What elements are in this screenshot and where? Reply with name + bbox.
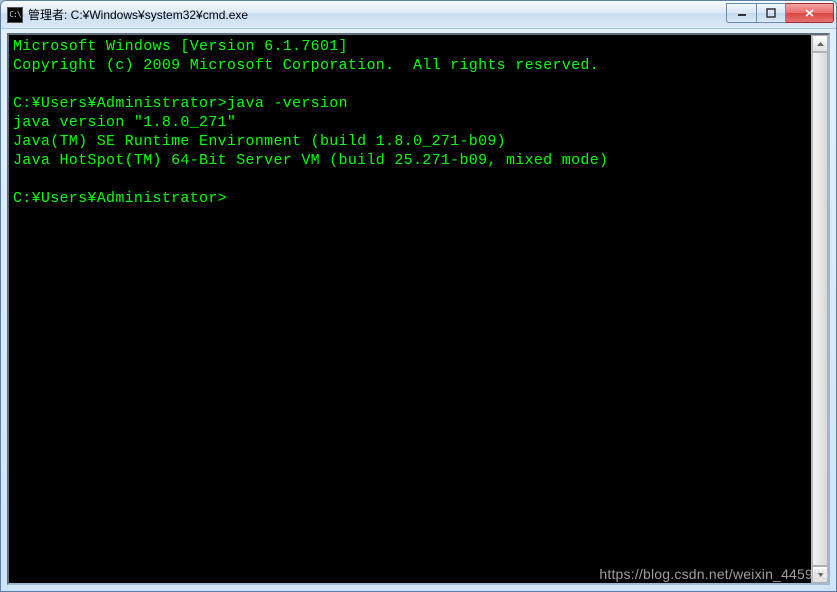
console-line: C:¥Users¥Administrator>	[13, 190, 227, 207]
close-icon	[804, 8, 815, 18]
console-line: Copyright (c) 2009 Microsoft Corporation…	[13, 57, 599, 74]
chevron-up-icon	[817, 42, 824, 46]
console-output[interactable]: Microsoft Windows [Version 6.1.7601] Cop…	[9, 35, 811, 583]
close-button[interactable]	[786, 3, 834, 23]
titlebar[interactable]: C:\ 管理者: C:¥Windows¥system32¥cmd.exe	[1, 1, 836, 29]
console-line: C:¥Users¥Administrator>java -version	[13, 95, 348, 112]
chevron-down-icon	[817, 573, 824, 577]
scroll-up-button[interactable]	[812, 35, 828, 52]
minimize-icon	[737, 8, 747, 18]
scroll-down-button[interactable]	[812, 566, 828, 583]
console-line: Java(TM) SE Runtime Environment (build 1…	[13, 133, 506, 150]
maximize-button[interactable]	[756, 3, 786, 23]
scroll-track[interactable]	[812, 52, 828, 566]
console-line: Microsoft Windows [Version 6.1.7601]	[13, 38, 348, 55]
console-line: java version "1.8.0_271"	[13, 114, 236, 131]
window-controls	[726, 3, 834, 23]
vertical-scrollbar[interactable]	[811, 35, 828, 583]
window-title: 管理者: C:¥Windows¥system32¥cmd.exe	[28, 6, 726, 23]
minimize-button[interactable]	[726, 3, 756, 23]
console-frame: Microsoft Windows [Version 6.1.7601] Cop…	[7, 33, 830, 585]
scroll-thumb[interactable]	[812, 52, 828, 566]
maximize-icon	[766, 8, 776, 18]
console-line: Java HotSpot(TM) 64-Bit Server VM (build…	[13, 152, 608, 169]
command-prompt-window: C:\ 管理者: C:¥Windows¥system32¥cmd.exe Mic…	[0, 0, 837, 592]
cmd-icon: C:\	[7, 7, 23, 23]
